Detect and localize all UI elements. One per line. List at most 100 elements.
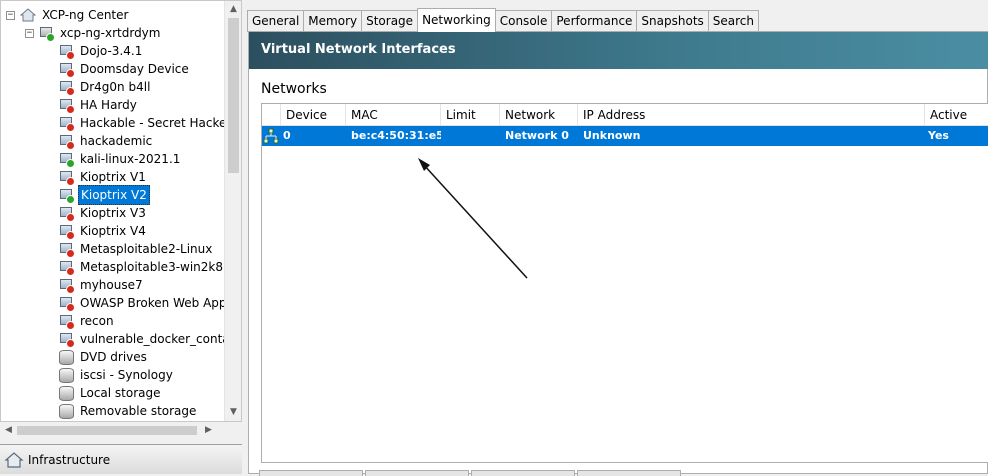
collapse-icon[interactable]: − xyxy=(6,10,15,20)
tree-item-storage[interactable]: Removable storage xyxy=(59,402,198,420)
tab-performance[interactable]: Performance xyxy=(551,10,638,32)
tree-item-label: Kioptrix V3 xyxy=(80,206,146,220)
tree-item-vm[interactable]: Hackable - Secret Hacker xyxy=(59,114,233,132)
tree-item-label: Dojo-3.4.1 xyxy=(80,44,143,58)
scroll-thumb[interactable] xyxy=(228,18,239,173)
scroll-left-icon[interactable]: ◀ xyxy=(0,422,17,439)
tree-item-label: myhouse7 xyxy=(80,278,143,292)
tree-pool-label: xcp-ng-xrtdrdym xyxy=(60,26,161,40)
cell-limit xyxy=(441,126,500,146)
tree-item-vm[interactable]: myhouse7 xyxy=(59,276,145,294)
tree-pool[interactable]: − xcp-ng-xrtdrdym xyxy=(25,24,162,42)
panel-banner: Virtual Network Interfaces xyxy=(249,32,988,69)
tree-item-storage[interactable]: Local storage xyxy=(59,384,163,402)
tree-item-label: Metasploitable2-Linux xyxy=(80,242,213,256)
tree-item-storage[interactable]: DVD drives xyxy=(59,348,149,366)
tree-item-vm[interactable]: recon xyxy=(59,312,116,330)
tab-memory[interactable]: Memory xyxy=(303,10,363,32)
resource-tree[interactable]: − XCP-ng Center − xcp-ng-xrtdrdym Dojo-3… xyxy=(0,0,242,422)
table-header: Device MAC Limit Network IP Address Acti… xyxy=(262,104,988,126)
tab-general[interactable]: General xyxy=(247,10,305,32)
column-header-network[interactable]: Network xyxy=(500,104,578,126)
button-stub[interactable] xyxy=(365,470,469,476)
column-header-limit[interactable]: Limit xyxy=(441,104,500,126)
tree-item-label: Doomsday Device xyxy=(80,62,189,76)
tab-search[interactable]: Search xyxy=(707,10,760,32)
scroll-thumb[interactable] xyxy=(17,426,197,435)
button-stub[interactable] xyxy=(471,470,575,476)
tree-item-vm[interactable]: Metasploitable2-Linux xyxy=(59,240,214,258)
tree-root[interactable]: − XCP-ng Center xyxy=(6,6,130,24)
column-header-active[interactable]: Active xyxy=(925,104,988,126)
network-interfaces-table[interactable]: Device MAC Limit Network IP Address Acti… xyxy=(261,103,988,463)
tree-item-label: OWASP Broken Web Apps \ xyxy=(80,296,241,310)
tree-item-vm[interactable]: kali-linux-2021.1 xyxy=(59,150,182,168)
network-icon xyxy=(262,126,281,146)
vm-halted-icon xyxy=(59,44,75,60)
vm-halted-icon xyxy=(59,134,75,150)
button-stub[interactable] xyxy=(259,470,363,476)
column-header-ip-address[interactable]: IP Address xyxy=(578,104,925,126)
tab-snapshots[interactable]: Snapshots xyxy=(636,10,709,32)
tree-vertical-scrollbar[interactable]: ▲ ▼ xyxy=(224,1,241,421)
vm-halted-icon xyxy=(59,242,75,258)
column-header-device[interactable]: Device xyxy=(281,104,346,126)
vm-halted-icon xyxy=(59,314,75,330)
tree-item-label: Kioptrix V1 xyxy=(80,170,146,184)
tree-item-label: Local storage xyxy=(80,386,161,400)
tree-item-vm[interactable]: Metasploitable3-win2k8 xyxy=(59,258,225,276)
tree-item-label: kali-linux-2021.1 xyxy=(80,152,181,166)
left-pane: − XCP-ng Center − xcp-ng-xrtdrdym Dojo-3… xyxy=(0,0,242,474)
tab-storage[interactable]: Storage xyxy=(361,10,419,32)
tree-item-label: Kioptrix V2 xyxy=(78,185,150,205)
tree-item-vm[interactable]: Doomsday Device xyxy=(59,60,191,78)
vm-running-icon xyxy=(59,152,75,168)
tree-item-vm[interactable]: Kioptrix V4 xyxy=(59,222,148,240)
tree-item-vm[interactable]: Kioptrix V1 xyxy=(59,168,148,186)
tree-item-vm[interactable]: Dr4g0n b4ll xyxy=(59,78,152,96)
infrastructure-button[interactable]: Infrastructure xyxy=(0,444,242,474)
vm-running-icon xyxy=(59,188,75,204)
cell-ip-address: Unknown xyxy=(583,129,641,142)
vm-halted-icon xyxy=(59,80,75,96)
tab-networking[interactable]: Networking xyxy=(417,8,496,32)
vm-halted-icon xyxy=(59,260,75,276)
vm-halted-icon xyxy=(59,98,75,114)
tree-item-label: Hackable - Secret Hacker xyxy=(80,116,232,130)
tree-item-label: Removable storage xyxy=(80,404,197,418)
table-row[interactable]: 0 be:c4:50:31:e5:ba Network 0 Unknown Ye… xyxy=(262,126,988,146)
right-pane: General Memory Storage Networking Console Per… xyxy=(247,0,988,476)
vm-halted-icon xyxy=(59,62,75,78)
scroll-right-icon[interactable]: ▶ xyxy=(200,422,217,439)
cell-device: 0 xyxy=(283,129,291,142)
tree-item-vm[interactable]: OWASP Broken Web Apps \ xyxy=(59,294,241,312)
column-header-mac[interactable]: MAC xyxy=(346,104,441,126)
column-header-icon[interactable] xyxy=(262,104,281,126)
tree-item-vm[interactable]: Kioptrix V3 xyxy=(59,204,148,222)
tree-horizontal-scrollbar[interactable]: ◀ ▶ xyxy=(0,422,242,439)
tree-item-label: vulnerable_docker_containe xyxy=(80,332,242,346)
tree-item-label: DVD drives xyxy=(80,350,147,364)
tree-item-vm[interactable]: vulnerable_docker_containe xyxy=(59,330,242,348)
tree-item-vm[interactable]: hackademic xyxy=(59,132,154,150)
infrastructure-icon xyxy=(4,451,24,468)
vm-halted-icon xyxy=(59,170,75,186)
storage-icon xyxy=(59,367,74,383)
networking-panel: Virtual Network Interfaces Networks Devi… xyxy=(248,31,988,474)
tree-item-storage[interactable]: iscsi - Synology xyxy=(59,366,175,384)
scroll-down-icon[interactable]: ▼ xyxy=(225,404,241,421)
scroll-up-icon[interactable]: ▲ xyxy=(225,1,241,18)
button-stub[interactable] xyxy=(577,470,681,476)
storage-icon xyxy=(59,349,74,365)
tree-item-vm[interactable]: Kioptrix V2 xyxy=(59,185,150,205)
vm-halted-icon xyxy=(59,206,75,222)
tab-strip: General Memory Storage Networking Console Per… xyxy=(247,8,760,32)
tree-item-label: HA Hardy xyxy=(80,98,137,112)
collapse-icon[interactable]: − xyxy=(25,28,34,38)
tree-item-vm[interactable]: Dojo-3.4.1 xyxy=(59,42,144,60)
vm-halted-icon xyxy=(59,224,75,240)
cell-mac: be:c4:50:31:e5:ba xyxy=(351,129,441,142)
tab-console[interactable]: Console xyxy=(494,10,553,32)
tree-item-label: Dr4g0n b4ll xyxy=(80,80,151,94)
tree-item-vm[interactable]: HA Hardy xyxy=(59,96,139,114)
